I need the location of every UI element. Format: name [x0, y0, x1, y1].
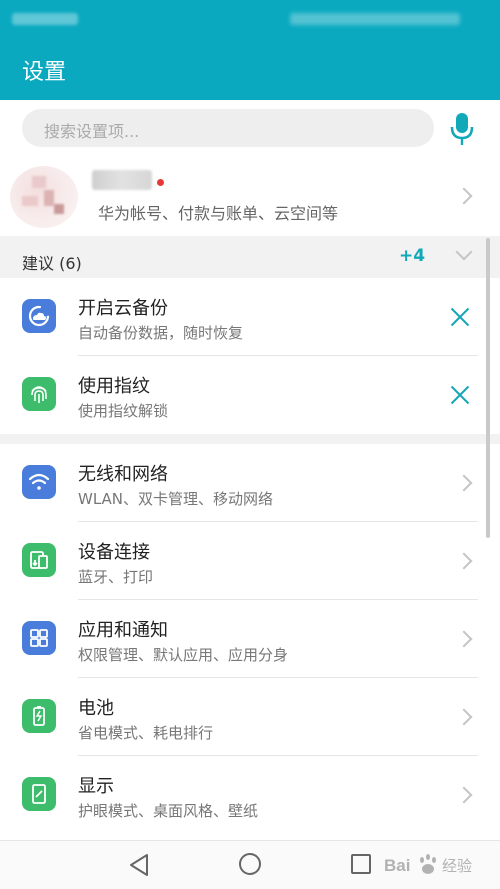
settings-item-subtitle: 权限管理、默认应用、应用分身	[78, 646, 289, 664]
settings-item-title: 无线和网络	[78, 464, 168, 485]
suggestions-title: 建议 (6)	[22, 254, 82, 273]
baidu-watermark: Bai 经验	[382, 851, 492, 879]
chevron-right-icon	[455, 552, 473, 570]
chevron-right-icon	[455, 187, 473, 205]
close-icon[interactable]	[450, 307, 470, 327]
suggestion-title: 开启云备份	[78, 298, 168, 319]
wifi-icon	[22, 465, 56, 499]
chevron-right-icon	[455, 708, 473, 726]
chevron-down-icon[interactable]	[455, 243, 473, 261]
account-subtitle: 华为帐号、付款与账单、云空间等	[98, 204, 339, 223]
settings-item-subtitle: 蓝牙、打印	[78, 568, 154, 586]
navigation-bar: Bai 经验	[0, 840, 500, 889]
settings-item-title: 应用和通知	[78, 620, 168, 641]
back-icon[interactable]	[128, 853, 150, 881]
settings-item-title: 显示	[78, 776, 114, 797]
status-bar-icons-blurred	[290, 13, 460, 25]
settings-item-title: 电池	[78, 698, 114, 719]
settings-item-display[interactable]: 显示 护眼模式、桌面风格、壁纸	[0, 756, 500, 834]
device-connect-icon	[22, 543, 56, 577]
apps-icon	[22, 621, 56, 655]
recent-apps-icon[interactable]	[351, 854, 371, 874]
suggestion-cloud-backup[interactable]: 开启云备份 自动备份数据，随时恢复	[0, 278, 500, 356]
settings-item-wireless[interactable]: 无线和网络 WLAN、双卡管理、移动网络	[0, 444, 500, 522]
scrollbar[interactable]	[486, 238, 490, 538]
status-bar-time-blurred	[12, 13, 78, 25]
page-title: 设置	[22, 60, 67, 85]
suggestion-subtitle: 使用指纹解锁	[78, 402, 169, 420]
settings-item-apps[interactable]: 应用和通知 权限管理、默认应用、应用分身	[0, 600, 500, 678]
fingerprint-icon	[22, 377, 56, 411]
section-gap	[0, 434, 500, 444]
status-bar	[0, 0, 500, 36]
app-header: 设置	[0, 36, 500, 100]
account-row[interactable]: 华为帐号、付款与账单、云空间等	[0, 158, 500, 236]
suggestion-title: 使用指纹	[78, 376, 150, 397]
settings-item-subtitle: WLAN、双卡管理、移动网络	[78, 490, 274, 508]
close-icon[interactable]	[450, 385, 470, 405]
search-input[interactable]: 搜索设置项...	[22, 109, 434, 147]
account-name-blurred	[92, 170, 152, 190]
cloud-backup-icon	[22, 299, 56, 333]
suggestion-subtitle: 自动备份数据，随时恢复	[78, 324, 244, 342]
search-row: 搜索设置项...	[0, 100, 500, 158]
settings-item-device-connect[interactable]: 设备连接 蓝牙、打印	[0, 522, 500, 600]
suggestions-header[interactable]: 建议 (6) +4	[0, 236, 500, 278]
settings-item-title: 设备连接	[78, 542, 150, 563]
home-icon[interactable]	[239, 853, 261, 875]
settings-item-subtitle: 省电模式、耗电排行	[78, 724, 214, 742]
search-placeholder: 搜索设置项...	[44, 122, 140, 141]
settings-item-battery[interactable]: 电池 省电模式、耗电排行	[0, 678, 500, 756]
avatar	[10, 166, 78, 228]
battery-icon	[22, 699, 56, 733]
notification-dot	[157, 179, 164, 186]
svg-text:经验: 经验	[442, 857, 472, 875]
suggestion-fingerprint[interactable]: 使用指纹 使用指纹解锁	[0, 356, 500, 434]
svg-text:Bai: Bai	[384, 856, 410, 875]
chevron-right-icon	[455, 786, 473, 804]
mic-icon[interactable]	[450, 112, 474, 146]
chevron-right-icon	[455, 630, 473, 648]
suggestions-more-count[interactable]: +4	[399, 246, 425, 266]
settings-item-subtitle: 护眼模式、桌面风格、壁纸	[78, 802, 259, 820]
chevron-right-icon	[455, 474, 473, 492]
display-icon	[22, 777, 56, 811]
